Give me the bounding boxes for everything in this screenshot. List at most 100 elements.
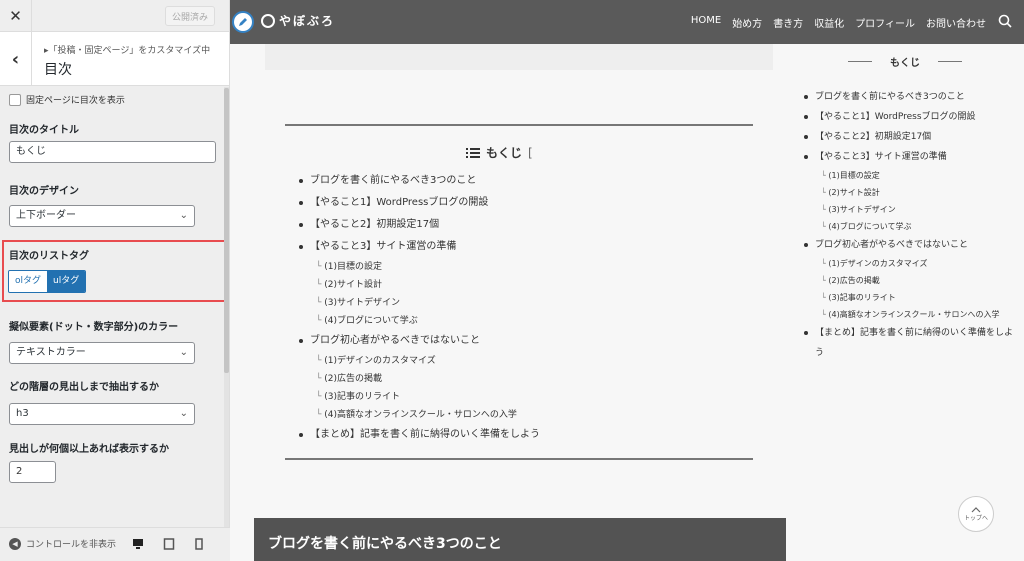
list-icon xyxy=(466,147,480,158)
list-tag-label: 目次のリストタグ xyxy=(9,251,89,262)
hide-controls-label: コントロールを非表示 xyxy=(26,540,117,550)
site-logo[interactable]: やぼぶろ xyxy=(261,12,335,29)
section-header: ‹ ▸「投稿・固定ページ」をカスタマイズ中 目次 xyxy=(0,32,229,86)
sidebar-toc-item[interactable]: 【やること2】初期設定17個 xyxy=(804,127,1014,147)
toc-subitem[interactable]: (1)目標の設定 xyxy=(316,258,540,276)
nav-item-howto[interactable]: 書き方 xyxy=(773,15,803,30)
close-button[interactable]: ✕ xyxy=(0,0,32,32)
toc-item-label[interactable]: 【やること1】WordPressブログの開設 xyxy=(310,197,488,208)
page-title: 目次 xyxy=(44,62,72,78)
toc-item[interactable]: 【やること2】初期設定17個 xyxy=(299,214,540,236)
min-count-label: 見出しが何個以上あれば表示するか xyxy=(9,444,169,455)
toc-subitem[interactable]: (2)サイト設計 xyxy=(316,276,540,294)
sidebar-toc-heading-text: もくじ xyxy=(890,58,920,69)
site-preview: やぼぶろ HOME 始め方 書き方 収益化 プロフィール お問い合わせ もくじ … xyxy=(230,0,1024,561)
toc-sublist: (1)デザインのカスタマイズ(2)広告の掲載(3)記事のリライト(4)高額なオン… xyxy=(310,352,540,424)
toc-item-label[interactable]: 【まとめ】記事を書く前に納得のいく準備をしよう xyxy=(310,429,540,440)
sidebar-toc-sublist: (1)デザインのカスタマイズ(2)広告の掲載(3)記事のリライト(4)高額なオン… xyxy=(815,255,1014,323)
sidebar-toc-heading: もくじ xyxy=(815,54,995,69)
pseudo-color-label: 擬似要素(ドット・数字部分)のカラー xyxy=(9,322,179,333)
main-nav: HOME 始め方 書き方 収益化 プロフィール お問い合わせ xyxy=(691,15,986,30)
toc-item[interactable]: 【やること3】サイト運営の準備 (1)目標の設定(2)サイト設計(3)サイトデザイ… xyxy=(299,236,540,330)
publish-button[interactable]: 公開済み xyxy=(165,6,215,26)
toc-title-input[interactable]: もくじ xyxy=(9,141,216,163)
mobile-preview-icon[interactable] xyxy=(193,538,205,550)
edit-shortcut-button[interactable] xyxy=(232,11,254,33)
ul-tag-option[interactable]: ulタグ xyxy=(47,271,86,292)
toc-subitem[interactable]: (1)デザインのカスタマイズ xyxy=(316,352,540,370)
ol-tag-option[interactable]: olタグ xyxy=(9,271,48,292)
close-icon: ✕ xyxy=(9,7,22,25)
sidebar-toc-subitem[interactable]: (1)目標の設定 xyxy=(821,167,1014,184)
heading-rule-right xyxy=(938,61,962,62)
logo-text: やぼぶろ xyxy=(279,14,336,28)
hide-controls-button[interactable]: ◀ コントロールを非表示 xyxy=(9,537,116,550)
site-header: やぼぶろ HOME 始め方 書き方 収益化 プロフィール お問い合わせ xyxy=(230,0,1024,44)
sidebar-toc-item[interactable]: ブログを書く前にやるべき3つのこと xyxy=(804,87,1014,107)
sidebar-toc-item-label[interactable]: ブログを書く前にやるべき3つのこと xyxy=(815,92,965,102)
toc-toggle-bracket[interactable]: [ xyxy=(528,146,533,160)
collapse-icon: ◀ xyxy=(9,537,21,550)
sidebar-toc-subitem[interactable]: (4)高額なオンラインスクール・サロンへの入学 xyxy=(821,306,1014,323)
customizer-panel: ✕ 公開済み ‹ ▸「投稿・固定ページ」をカスタマイズ中 目次 固定ページに目次… xyxy=(0,0,230,561)
sidebar-toc-subitem[interactable]: (2)広告の掲載 xyxy=(821,272,1014,289)
chevron-down-icon: ⌄ xyxy=(179,210,188,221)
toc-subitem[interactable]: (2)広告の掲載 xyxy=(316,370,540,388)
sidebar-toc-item-label[interactable]: 【やること1】WordPressブログの開設 xyxy=(815,112,976,122)
toc-item[interactable]: ブログを書く前にやるべき3つのこと xyxy=(299,170,540,192)
search-icon[interactable] xyxy=(998,14,1012,28)
sidebar-toc-sublist: (1)目標の設定(2)サイト設計(3)サイトデザイン(4)ブログについて学ぶ xyxy=(815,167,1014,235)
pseudo-color-select[interactable]: テキストカラー ⌄ xyxy=(9,342,195,364)
nav-item-start[interactable]: 始め方 xyxy=(732,15,762,30)
toc-subitem[interactable]: (4)ブログについて学ぶ xyxy=(316,312,540,330)
toc-title-label: 目次のタイトル xyxy=(9,125,79,136)
min-count-input[interactable]: 2 xyxy=(9,461,56,483)
nav-item-profile[interactable]: プロフィール xyxy=(855,15,915,30)
desktop-preview-icon[interactable] xyxy=(132,538,144,550)
sidebar-toc-item-label[interactable]: 【まとめ】記事を書く前に納得のいく準備をしよう xyxy=(815,328,1013,358)
toc-item-label[interactable]: ブログを書く前にやるべき3つのこと xyxy=(310,175,476,186)
toc-subitem[interactable]: (3)記事のリライト xyxy=(316,388,540,406)
show-on-pages-row[interactable]: 固定ページに目次を表示 xyxy=(9,93,125,106)
toc-item[interactable]: 【まとめ】記事を書く前に納得のいく準備をしよう xyxy=(299,424,540,446)
nav-item-monetize[interactable]: 収益化 xyxy=(814,15,844,30)
sidebar-toc-subitem[interactable]: (3)サイトデザイン xyxy=(821,201,1014,218)
sidebar-toc-subitem[interactable]: (1)デザインのカスタマイズ xyxy=(821,255,1014,272)
sidebar-toc-subitem[interactable]: (3)記事のリライト xyxy=(821,289,1014,306)
show-on-pages-label: 固定ページに目次を表示 xyxy=(26,96,125,106)
toc-item[interactable]: 【やること1】WordPressブログの開設 xyxy=(299,192,540,214)
toc-item-label[interactable]: 【やること3】サイト運営の準備 xyxy=(310,241,456,252)
depth-select[interactable]: h3 ⌄ xyxy=(9,403,195,425)
back-to-top-button[interactable]: トップへ xyxy=(958,496,994,532)
pencil-icon xyxy=(239,18,247,26)
toc-subitem[interactable]: (3)サイトデザイン xyxy=(316,294,540,312)
toc-subitem[interactable]: (4)高額なオンラインスクール・サロンへの入学 xyxy=(316,406,540,424)
toc-item-label[interactable]: 【やること2】初期設定17個 xyxy=(310,219,439,230)
sidebar-toc-item-label[interactable]: 【やること2】初期設定17個 xyxy=(815,132,931,142)
sidebar-toc-subitem[interactable]: (2)サイト設計 xyxy=(821,184,1014,201)
design-select[interactable]: 上下ボーダー ⌄ xyxy=(9,205,195,227)
panel-top-bar: ✕ 公開済み xyxy=(0,0,229,32)
content-top-block xyxy=(265,44,773,70)
back-button[interactable]: ‹ xyxy=(0,32,32,86)
nav-item-home[interactable]: HOME xyxy=(691,15,721,30)
chevron-down-icon: ⌄ xyxy=(179,408,188,419)
tablet-preview-icon[interactable] xyxy=(163,538,175,550)
scrollbar-thumb[interactable] xyxy=(224,88,229,373)
sidebar-toc-item-label[interactable]: 【やること3】サイト運営の準備 xyxy=(815,152,947,162)
breadcrumb: ▸「投稿・固定ページ」をカスタマイズ中 xyxy=(44,46,211,56)
toc-list: ブログを書く前にやるべき3つのこと 【やること1】WordPressブログの開設【… xyxy=(299,170,540,446)
toc-item-label[interactable]: ブログ初心者がやるべきではないこと xyxy=(310,335,480,346)
sidebar-toc-item[interactable]: 【まとめ】記事を書く前に納得のいく準備をしよう xyxy=(804,323,1014,363)
show-on-pages-checkbox[interactable] xyxy=(9,93,21,106)
nav-item-contact[interactable]: お問い合わせ xyxy=(926,15,986,30)
sidebar-toc-item-label[interactable]: ブログ初心者がやるべきではないこと xyxy=(815,240,968,250)
sidebar-toc-subitem[interactable]: (4)ブログについて学ぶ xyxy=(821,218,1014,235)
sidebar-toc-item[interactable]: 【やること1】WordPressブログの開設 xyxy=(804,107,1014,127)
toc-item[interactable]: ブログ初心者がやるべきではないこと(1)デザインのカスタマイズ(2)広告の掲載(… xyxy=(299,330,540,424)
sidebar-toc-item[interactable]: ブログ初心者がやるべきではないこと(1)デザインのカスタマイズ(2)広告の掲載(… xyxy=(804,235,1014,323)
toc-sublist: (1)目標の設定(2)サイト設計(3)サイトデザイン(4)ブログについて学ぶ xyxy=(310,258,540,330)
sidebar-toc-item[interactable]: 【やること3】サイト運営の準備 (1)目標の設定(2)サイト設計(3)サイトデザイ… xyxy=(804,147,1014,235)
depth-label: どの階層の見出しまで抽出するか xyxy=(9,382,159,393)
section-heading: ブログを書く前にやるべき3つのこと xyxy=(254,518,786,561)
